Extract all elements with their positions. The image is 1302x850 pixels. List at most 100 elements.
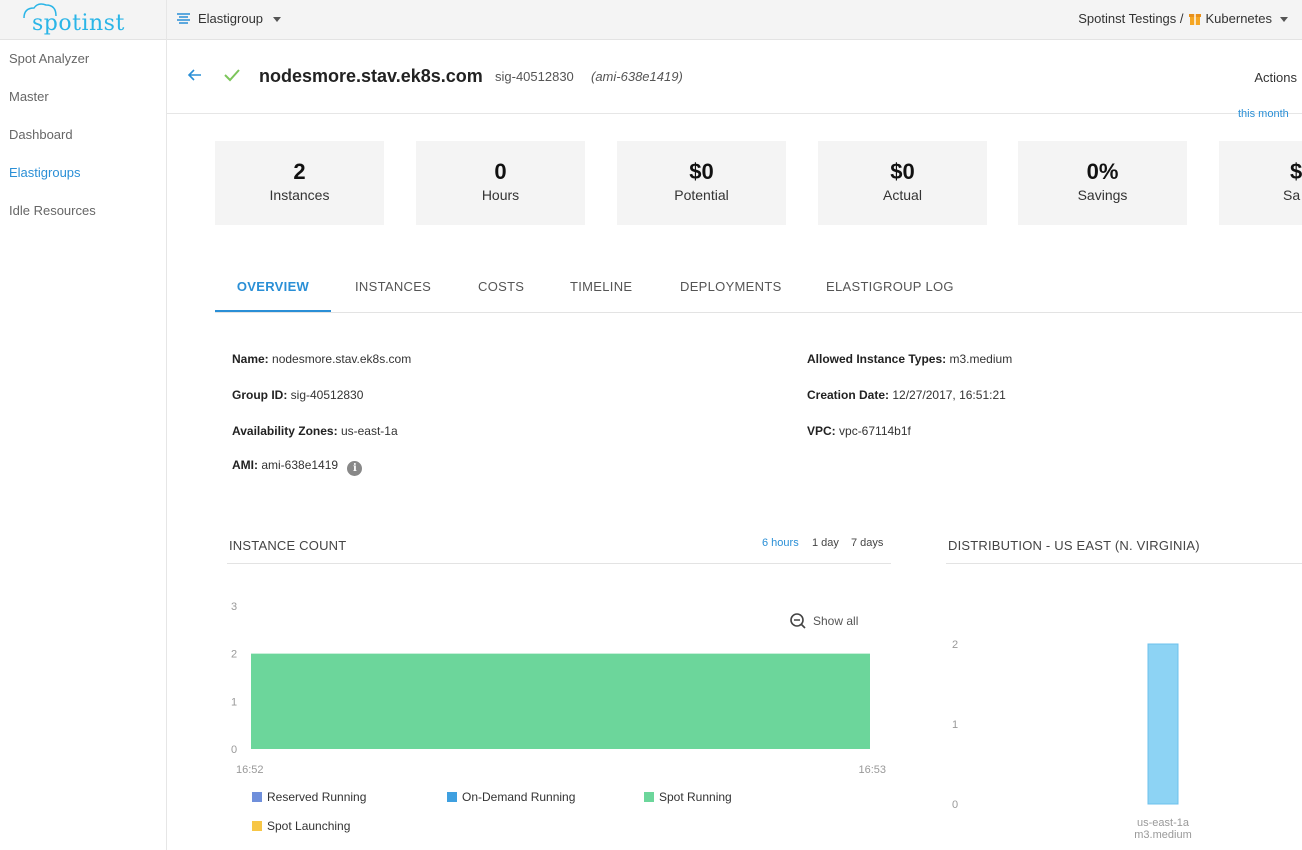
x-tick-label: us-east-1a [1137, 817, 1190, 829]
detail-label: Creation Date: [807, 388, 890, 402]
chevron-down-icon [273, 17, 282, 22]
group-header: nodesmore.stav.ek8s.com sig-40512830 (am… [167, 40, 1302, 114]
legend-label: On-Demand Running [462, 790, 576, 804]
stat-card-potential: $0 Potential [617, 141, 786, 225]
legend-item-spot-running[interactable]: Spot Running [644, 790, 732, 804]
detail-label: VPC: [807, 424, 836, 438]
stat-value: 0% [1086, 159, 1119, 184]
environment-name: Kubernetes [1205, 11, 1273, 26]
x-tick-label: 16:53 [858, 764, 886, 776]
group-name: nodesmore.stav.ek8s.com [259, 66, 483, 86]
stat-value: $0 [689, 159, 714, 184]
detail-vpc: VPC: vpc-67114b1f [807, 424, 911, 438]
x-tick-label: m3.medium [1134, 829, 1191, 841]
sidebar: Spot Analyzer Master Dashboard Elastigro… [0, 40, 166, 230]
sidebar-item-master[interactable]: Master [0, 78, 166, 116]
detail-creation-date: Creation Date: 12/27/2017, 16:51:21 [807, 388, 1006, 402]
detail-label: Availability Zones: [232, 424, 338, 438]
y-tick-label: 1 [231, 696, 237, 708]
sidebar-item-elastigroups[interactable]: Elastigroups [0, 154, 166, 192]
y-tick-label: 2 [952, 639, 958, 651]
tab-elastigroup-log[interactable]: ELASTIGROUP LOG [826, 270, 954, 310]
y-tick-label: 0 [952, 799, 958, 811]
tab-costs[interactable]: COSTS [478, 270, 524, 310]
detail-label: Group ID: [232, 388, 288, 402]
series-area-spot-running [251, 653, 870, 749]
stat-label: Hours [481, 187, 520, 203]
legend-swatch [447, 792, 457, 802]
sidebar-divider [166, 0, 167, 850]
tab-timeline[interactable]: TIMELINE [570, 270, 632, 310]
group-ami: (ami-638e1419) [591, 69, 683, 84]
detail-value: ami-638e1419 [261, 458, 339, 472]
product-switcher[interactable]: Elastigroup [176, 11, 282, 26]
detail-value: us-east-1a [340, 424, 398, 438]
legend-item-spot-launching[interactable]: Spot Launching [252, 819, 350, 833]
group-id: sig-40512830 [495, 69, 574, 84]
detail-value: vpc-67114b1f [839, 424, 911, 438]
product-name: Elastigroup [198, 11, 264, 26]
tab-deployments[interactable]: DEPLOYMENTS [680, 270, 782, 310]
detail-name: Name: nodesmore.stav.ek8s.com [232, 352, 411, 366]
stat-value: 0 [494, 159, 507, 184]
detail-ami: AMI: ami-638e1419 i [232, 458, 363, 476]
top-bar: spotinst Elastigroup Spotinst Testings /… [0, 0, 1302, 40]
detail-label: Allowed Instance Types: [807, 352, 947, 366]
sidebar-item-spot-analyzer[interactable]: Spot Analyzer [0, 40, 166, 78]
check-icon [224, 69, 240, 82]
stat-card-actual: $0 Actual [818, 141, 987, 225]
elastigroup-icon [177, 12, 190, 24]
logo-text: spotinst [32, 11, 125, 36]
detail-value: 12/27/2017, 16:51:21 [892, 388, 1006, 402]
spotinst-logo[interactable]: spotinst [12, 2, 124, 36]
stat-label: Actual [883, 187, 922, 203]
stat-label: Potential [674, 187, 729, 203]
detail-value: sig-40512830 [290, 388, 364, 402]
x-tick-label: 16:52 [236, 764, 264, 776]
legend-label: Spot Running [659, 790, 732, 804]
actions-button[interactable]: Actions [1254, 70, 1297, 85]
tab-bar: OVERVIEW INSTANCES COSTS TIMELINE DEPLOY… [215, 270, 1302, 313]
stat-label: Sa [1283, 187, 1301, 203]
distribution-chart: 0 1 2 us-east-1am3.medium [952, 639, 1192, 841]
info-icon[interactable]: i [347, 461, 363, 476]
stat-card-savings-total: $ Sa [1219, 141, 1302, 225]
y-tick-label: 0 [231, 744, 237, 756]
stat-label: Savings [1077, 187, 1128, 203]
stat-card-hours: 0 Hours [416, 141, 585, 225]
y-tick-label: 3 [231, 601, 237, 613]
range-7-days[interactable]: 7 days [851, 537, 883, 549]
chart-divider [227, 563, 891, 564]
detail-label: Name: [232, 352, 269, 366]
y-tick-label: 1 [952, 719, 958, 731]
back-arrow-icon[interactable] [187, 67, 203, 83]
account-switcher[interactable]: Spotinst Testings / Kubernetes [1078, 11, 1288, 26]
chevron-down-icon [1280, 17, 1288, 22]
legend-label: Spot Launching [267, 819, 351, 833]
account-name: Spotinst Testings / [1078, 11, 1184, 26]
stat-card-instances: 2 Instances [215, 141, 384, 225]
tab-overview[interactable]: OVERVIEW [215, 270, 331, 312]
this-month-link[interactable]: this month [1238, 108, 1289, 120]
detail-allowed-instance-types: Allowed Instance Types: m3.medium [807, 352, 1012, 366]
legend-item-on-demand-running[interactable]: On-Demand Running [447, 790, 575, 804]
instance-count-title: INSTANCE COUNT [229, 538, 347, 553]
legend-item-reserved-running[interactable]: Reserved Running [252, 790, 366, 804]
detail-value: m3.medium [949, 352, 1013, 366]
range-1-day[interactable]: 1 day [812, 537, 839, 549]
detail-availability-zones: Availability Zones: us-east-1a [232, 424, 398, 438]
legend-swatch [644, 792, 654, 802]
sidebar-item-dashboard[interactable]: Dashboard [0, 116, 166, 154]
legend-swatch [252, 792, 262, 802]
range-6-hours[interactable]: 6 hours [762, 537, 799, 549]
sidebar-item-idle-resources[interactable]: Idle Resources [0, 192, 166, 230]
stat-value: $ [1290, 159, 1302, 184]
tab-instances[interactable]: INSTANCES [355, 270, 431, 310]
stat-label: Instances [269, 187, 330, 203]
distribution-title: DISTRIBUTION - US EAST (N. VIRGINIA) [948, 538, 1200, 553]
bar [1147, 643, 1179, 805]
box-icon [1188, 13, 1201, 25]
legend-label: Reserved Running [267, 790, 367, 804]
legend-swatch [252, 821, 262, 831]
stat-value: $0 [890, 159, 915, 184]
